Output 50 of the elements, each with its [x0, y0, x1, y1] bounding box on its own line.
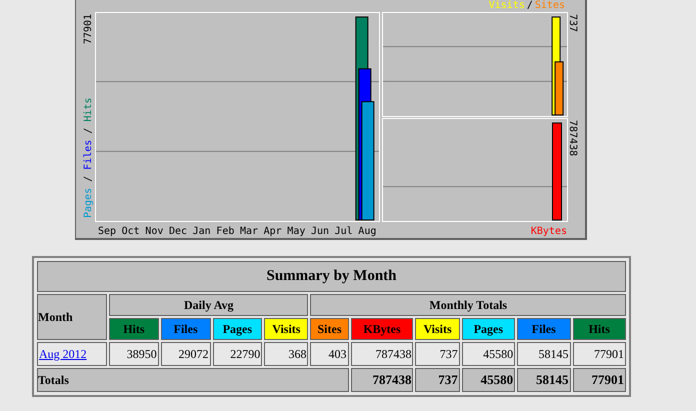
column-header: Pages [212, 318, 262, 340]
column-header: Hits [572, 318, 626, 340]
month-label: Feb [216, 226, 234, 237]
table-cell: 77901 [572, 368, 626, 392]
table-cell: 58145 [517, 368, 570, 392]
legend-separator: / [526, 0, 533, 12]
month-label: Nov [145, 226, 164, 237]
month-label: Jun [310, 226, 330, 237]
group-header: Monthly Totals [310, 294, 626, 316]
table-cell: 787438 [350, 368, 414, 392]
month-label: May [287, 226, 306, 237]
table-cell: 403 [310, 342, 349, 366]
table-cell: 45580 [462, 368, 516, 392]
table-cell: 368 [264, 342, 308, 366]
column-header: Month [37, 294, 107, 340]
table-cell: 22790 [212, 342, 262, 366]
table-cell: 737 [415, 342, 460, 366]
table-title: Summary by Month [37, 261, 626, 292]
table-cell: 77901 [572, 342, 626, 366]
axis-title: KBytes [530, 226, 567, 237]
axis-max-label: 737 [567, 14, 578, 32]
table-cell: 787438 [350, 342, 414, 366]
column-header: Visits [415, 318, 460, 340]
column-header: Hits [109, 318, 159, 340]
axis-max-label: 77901 [83, 14, 94, 44]
table-cell: 45580 [462, 342, 516, 366]
totals-label: Totals [37, 368, 349, 392]
column-header: Pages [462, 318, 516, 340]
column-header: Files [517, 318, 570, 340]
legend-label: Sites [534, 0, 565, 12]
legend-label: Visits [488, 0, 525, 12]
month-label: Apr [264, 226, 282, 237]
month-label: Oct [122, 226, 140, 237]
table-cell: 29072 [160, 342, 210, 366]
column-header: Visits [264, 318, 308, 340]
column-header: Sites [310, 318, 349, 340]
table-cell: 737 [415, 368, 460, 392]
table-cell: 58145 [517, 342, 570, 366]
month-label: Jan [192, 226, 211, 237]
column-header: KBytes [350, 318, 414, 340]
group-header: Daily Avg [109, 294, 308, 316]
month-label: Mar [240, 226, 258, 237]
axis-max-label: 787438 [567, 120, 578, 156]
month-label: Jul [334, 226, 353, 237]
month-label: Dec [168, 226, 188, 237]
column-header: Files [160, 318, 210, 340]
month-label: Sep [98, 226, 116, 237]
table-cell: 38950 [109, 342, 159, 366]
axis-legend: Pages / Files / Hits [83, 98, 94, 218]
month-label: Aug [358, 226, 376, 237]
